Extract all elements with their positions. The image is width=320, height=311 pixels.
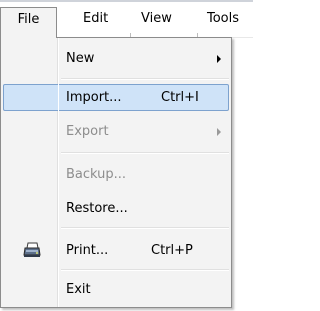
menu-item-import[interactable]: Import... Ctrl+I (3, 84, 229, 111)
menu-separator (61, 269, 229, 271)
submenu-arrow-icon (217, 128, 221, 136)
window-top-strip (0, 0, 253, 2)
menu-item-new[interactable]: New (3, 45, 229, 72)
menu-item-shortcut: Ctrl+P (151, 243, 193, 258)
menu-item-restore[interactable]: Restore... (3, 195, 229, 222)
menu-item-backup[interactable]: Backup... (3, 161, 229, 188)
menu-item-exit[interactable]: Exit (3, 276, 229, 303)
menu-bar: File Edit View Tools (0, 0, 253, 38)
menu-item-shortcut: Ctrl+I (161, 90, 199, 105)
menu-edit[interactable]: Edit (83, 8, 108, 30)
menu-item-label: Exit (66, 282, 91, 297)
submenu-arrow-icon (217, 55, 221, 63)
menu-item-print[interactable]: Print... Ctrl+P (3, 237, 229, 264)
application-window: File Edit View Tools New Import... Ctrl+… (0, 0, 253, 311)
menu-separator (61, 78, 229, 80)
printer-icon (23, 242, 41, 258)
menu-view[interactable]: View (141, 8, 172, 30)
menu-tools[interactable]: Tools (207, 8, 239, 30)
menu-item-label: Print... (66, 243, 109, 258)
menu-item-label: Backup... (66, 167, 127, 182)
menu-item-label: Import... (66, 90, 122, 105)
menu-item-label: Restore... (66, 201, 128, 216)
menu-separator (61, 227, 229, 229)
menu-separator (61, 152, 229, 154)
menu-item-export[interactable]: Export (3, 118, 229, 145)
file-dropdown-menu: New Import... Ctrl+I Export Backup... Re… (0, 37, 232, 308)
menu-file[interactable]: File (0, 7, 57, 38)
menu-item-label: New (66, 51, 95, 66)
menu-item-label: Export (66, 124, 109, 139)
